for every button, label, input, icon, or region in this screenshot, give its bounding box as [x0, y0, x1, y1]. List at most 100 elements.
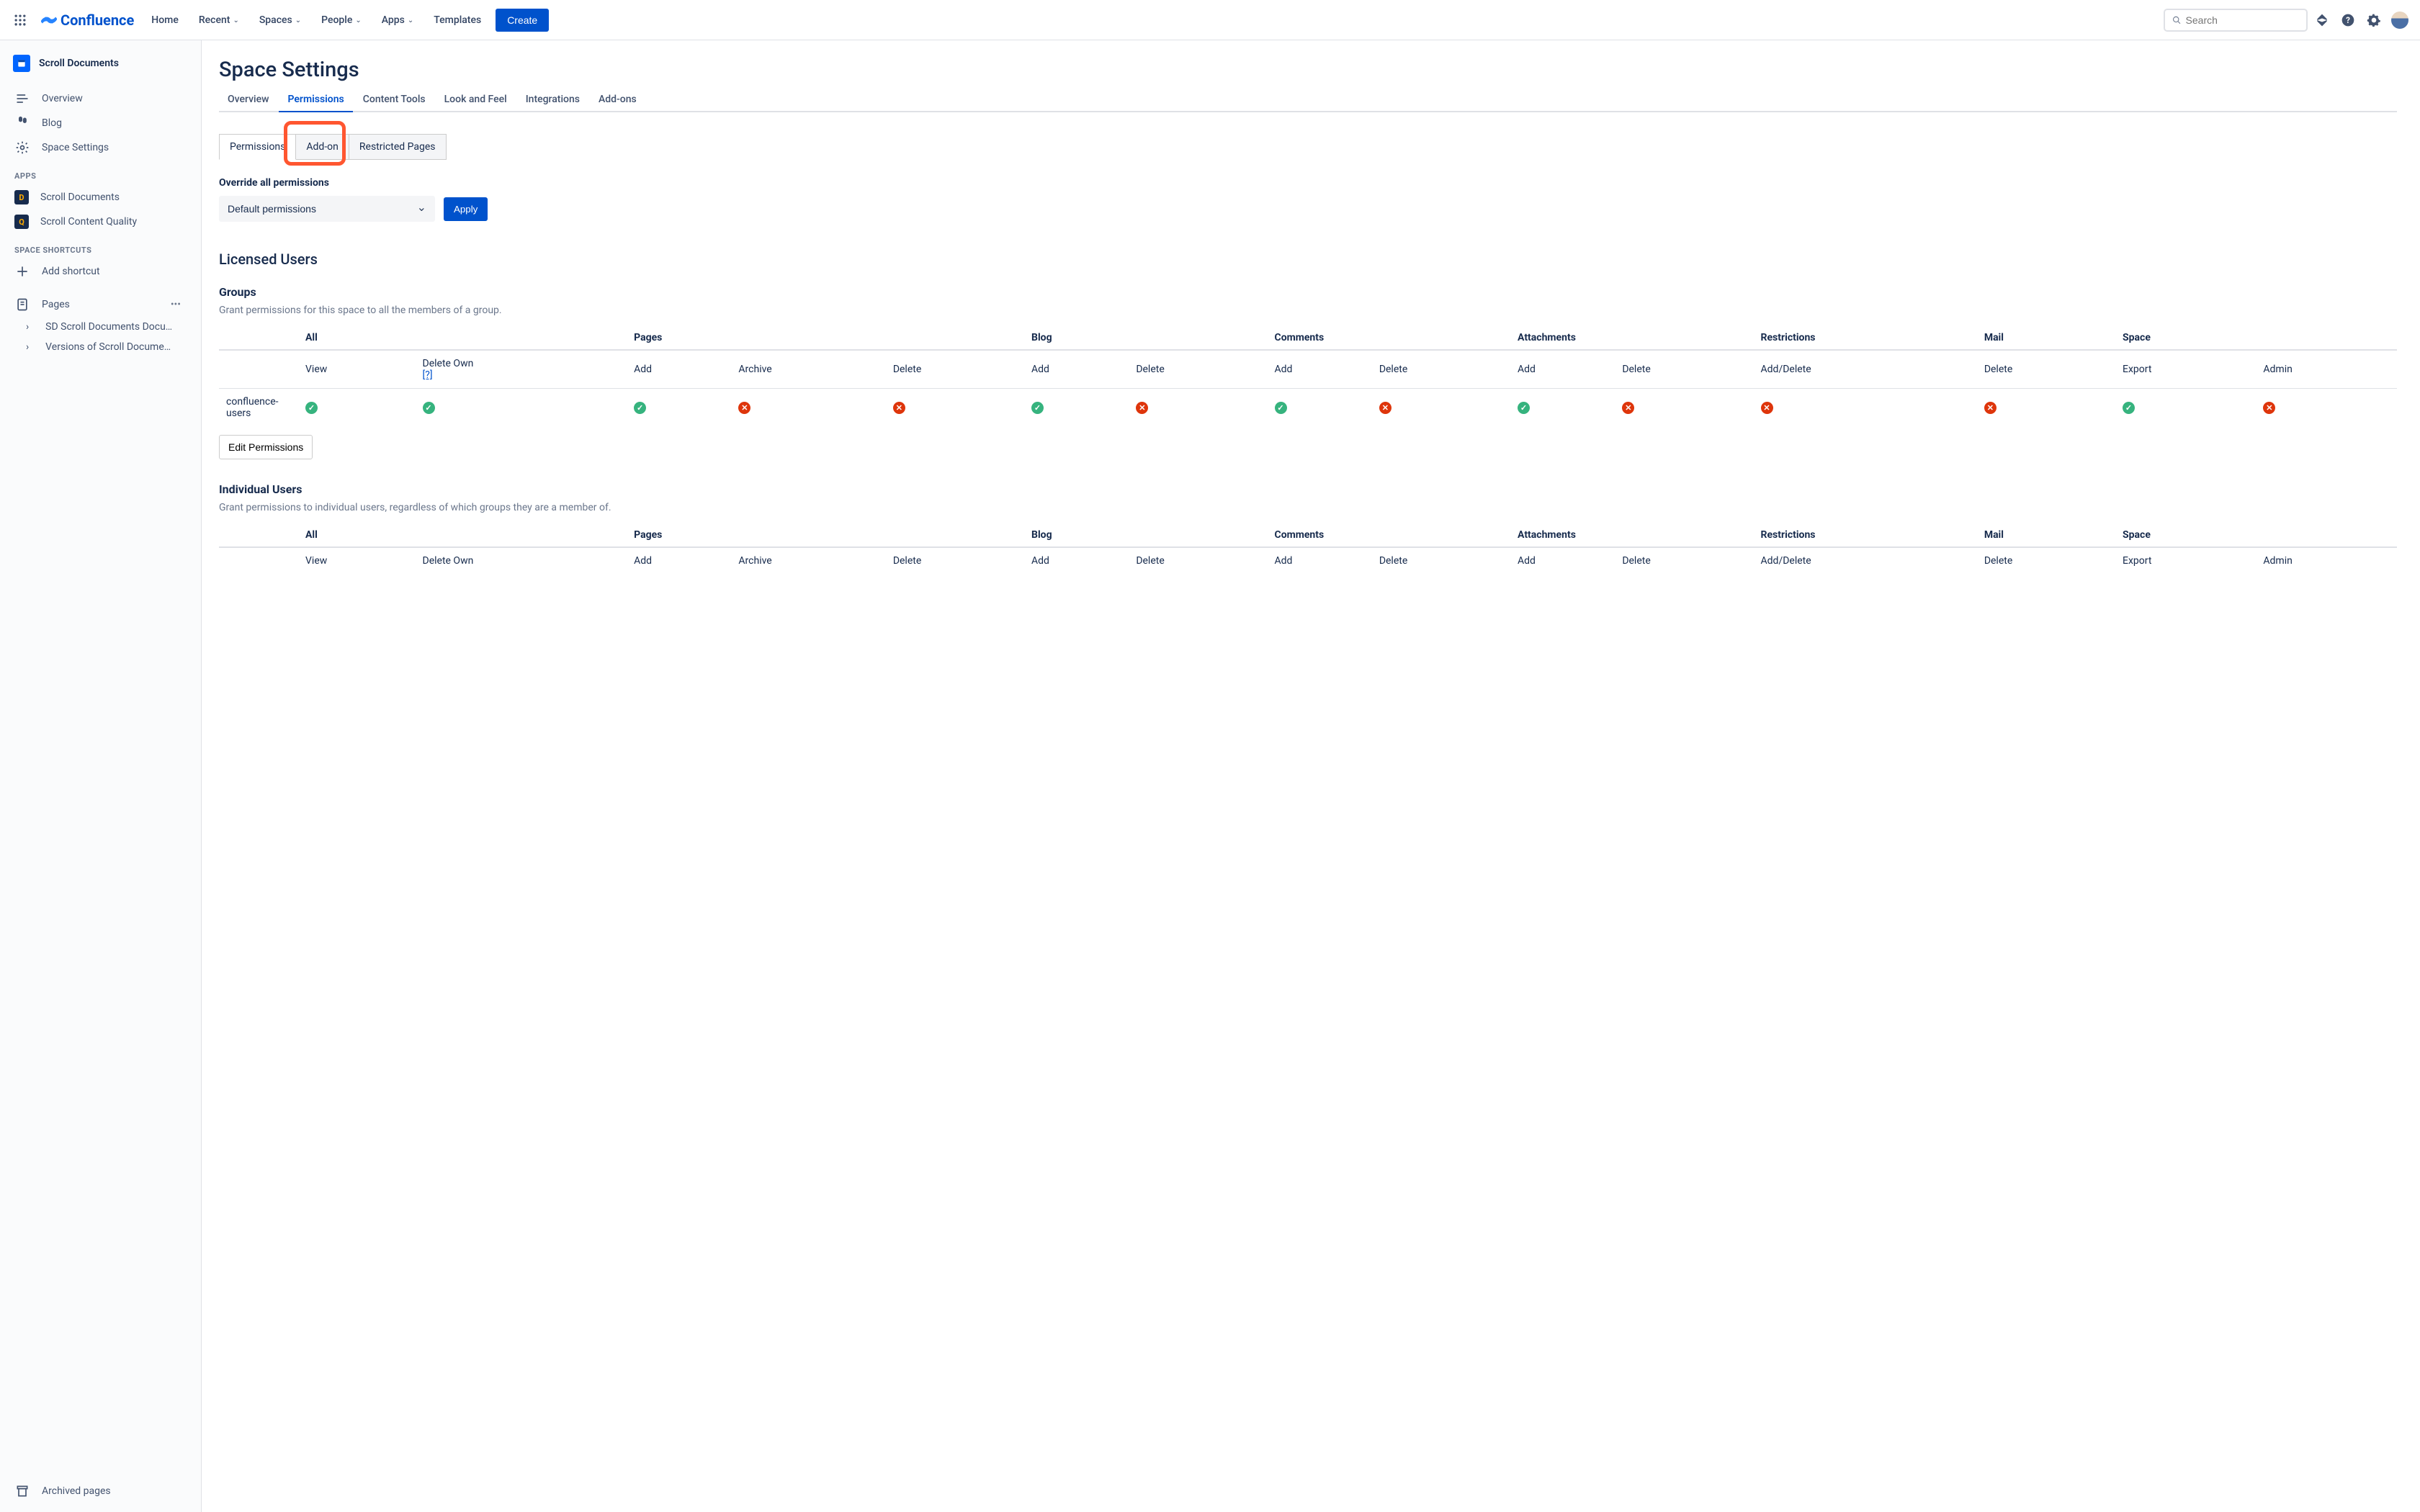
svg-text:?: ?: [2346, 15, 2350, 25]
permission-cell: ✓: [1510, 389, 1615, 427]
permission-cell: ✕: [1372, 389, 1510, 427]
settings-tabs: Overview Permissions Content Tools Look …: [219, 88, 2397, 112]
individual-users-heading: Individual Users: [219, 482, 2397, 496]
nav-spaces[interactable]: Spaces⌄: [251, 9, 310, 32]
chevron-right-icon: ›: [26, 341, 29, 353]
help-link[interactable]: [?]: [423, 369, 433, 381]
plus-icon: [14, 264, 30, 279]
permission-cell: ✓: [627, 389, 731, 427]
app-switcher-icon[interactable]: [9, 9, 32, 32]
cross-icon: ✕: [738, 402, 750, 414]
permission-cell: ✕: [1129, 389, 1267, 427]
check-icon: ✓: [1275, 402, 1287, 414]
permission-cell: ✕: [1977, 389, 2115, 427]
sidebar: Scroll Documents Overview Blog Space Set…: [0, 40, 202, 1512]
table-header-row: All Pages Blog Comments Attachments Rest…: [219, 523, 2397, 547]
subtab-restricted[interactable]: Restricted Pages: [349, 134, 447, 160]
help-icon[interactable]: ?: [2336, 9, 2360, 32]
search-icon: [2172, 15, 2182, 25]
permission-cell: ✓: [1268, 389, 1372, 427]
tab-look-feel[interactable]: Look and Feel: [436, 88, 516, 112]
edit-permissions-button[interactable]: Edit Permissions: [219, 435, 313, 459]
permission-cell: ✓: [1024, 389, 1129, 427]
pages-icon: [14, 297, 30, 312]
permissions-subtabs: Permissions Add-on Restricted Pages: [219, 134, 447, 160]
cross-icon: ✕: [1761, 402, 1773, 414]
cross-icon: ✕: [2263, 402, 2275, 414]
sidebar-overview[interactable]: Overview: [6, 86, 195, 111]
nav-apps[interactable]: Apps⌄: [373, 9, 423, 32]
check-icon: ✓: [1031, 402, 1044, 414]
overview-icon: [14, 91, 30, 106]
check-icon: ✓: [423, 402, 435, 414]
permission-cell: ✓: [298, 389, 416, 427]
tab-overview[interactable]: Overview: [219, 88, 277, 112]
cross-icon: ✕: [1984, 402, 1996, 414]
avatar-icon: [2391, 12, 2408, 29]
sidebar-blog[interactable]: Blog: [6, 111, 195, 135]
nav-recent[interactable]: Recent⌄: [190, 9, 248, 32]
apply-button[interactable]: Apply: [444, 197, 488, 221]
chevron-down-icon: ⌄: [295, 17, 301, 24]
notifications-icon[interactable]: [2311, 9, 2334, 32]
tree-item[interactable]: › Versions of Scroll Docume…: [6, 337, 195, 357]
tree-item[interactable]: › SD Scroll Documents Docu…: [6, 317, 195, 337]
shortcuts-heading: SPACE SHORTCUTS: [6, 234, 195, 259]
individual-users-desc: Grant permissions to individual users, r…: [219, 502, 2397, 513]
search-field[interactable]: [2186, 14, 2299, 26]
more-icon[interactable]: •••: [171, 299, 187, 310]
check-icon: ✓: [634, 402, 646, 414]
tab-addons[interactable]: Add-ons: [590, 88, 645, 112]
app-scroll-documents[interactable]: D Scroll Documents: [6, 185, 195, 210]
subtab-permissions[interactable]: Permissions: [219, 134, 296, 160]
groups-heading: Groups: [219, 285, 2397, 299]
tab-permissions[interactable]: Permissions: [279, 88, 352, 112]
chevron-right-icon: ›: [26, 321, 29, 333]
settings-icon[interactable]: [2362, 9, 2385, 32]
archive-icon: [14, 1484, 30, 1498]
space-header[interactable]: Scroll Documents: [6, 49, 195, 78]
scroll-documents-icon: D: [14, 190, 29, 204]
groups-permissions-table: All Pages Blog Comments Attachments Rest…: [219, 326, 2397, 426]
permission-cell: ✕: [731, 389, 885, 427]
cross-icon: ✕: [893, 402, 905, 414]
apps-heading: APPS: [6, 160, 195, 185]
search-input[interactable]: [2164, 9, 2308, 32]
chevron-down-icon: ⌄: [233, 17, 238, 24]
tab-content-tools[interactable]: Content Tools: [354, 88, 434, 112]
subtab-addon[interactable]: Add-on: [296, 134, 349, 160]
space-name: Scroll Documents: [39, 58, 119, 69]
groups-desc: Grant permissions for this space to all …: [219, 305, 2397, 316]
chevron-down-icon: ⌄: [355, 17, 361, 24]
profile-avatar[interactable]: [2388, 9, 2411, 32]
cross-icon: ✕: [1622, 402, 1634, 414]
sidebar-space-settings[interactable]: Space Settings: [6, 135, 195, 160]
permission-cell: ✕: [1615, 389, 1753, 427]
table-subheader-row: View Delete Own[?] Add Archive Delete Ad…: [219, 350, 2397, 389]
add-shortcut[interactable]: Add shortcut: [6, 259, 195, 284]
check-icon: ✓: [1518, 402, 1530, 414]
blog-icon: [14, 116, 30, 130]
create-button[interactable]: Create: [496, 9, 549, 32]
page-title: Space Settings: [219, 58, 2397, 82]
individual-permissions-table: All Pages Blog Comments Attachments Rest…: [219, 523, 2397, 574]
sidebar-pages[interactable]: Pages •••: [6, 292, 195, 317]
nav-templates[interactable]: Templates: [425, 9, 490, 32]
nav-home[interactable]: Home: [143, 9, 187, 32]
check-icon: ✓: [2123, 402, 2135, 414]
tab-integrations[interactable]: Integrations: [517, 88, 588, 112]
confluence-logo[interactable]: Confluence: [35, 12, 140, 29]
table-subheader-row: View Delete Own Add Archive Delete Add D…: [219, 547, 2397, 574]
top-navigation: Confluence Home Recent⌄ Spaces⌄ People⌄ …: [0, 0, 2420, 40]
space-icon: [13, 55, 30, 72]
permissions-select[interactable]: Default permissions: [219, 196, 435, 222]
permission-cell: ✓: [2115, 389, 2256, 427]
permission-cell: ✕: [2256, 389, 2397, 427]
nav-people[interactable]: People⌄: [313, 9, 370, 32]
gear-icon: [14, 140, 30, 155]
archived-pages[interactable]: Archived pages: [6, 1479, 196, 1503]
app-scroll-quality[interactable]: Q Scroll Content Quality: [6, 210, 195, 234]
group-name: confluence-users: [219, 389, 298, 427]
chevron-down-icon: ⌄: [408, 17, 413, 24]
logo-text: Confluence: [60, 12, 134, 29]
